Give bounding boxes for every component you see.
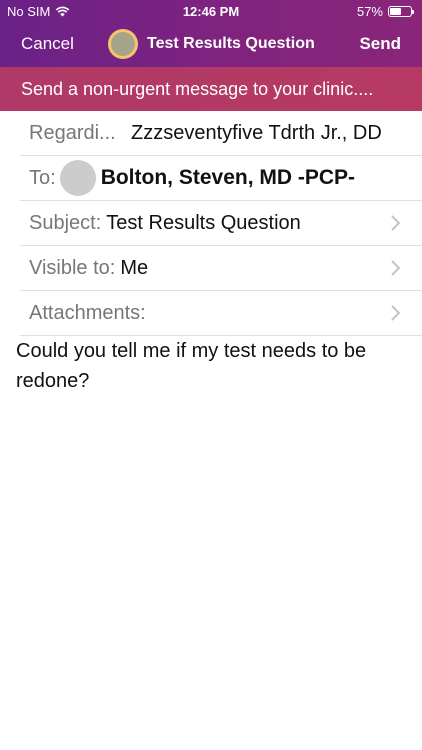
chevron-right-icon xyxy=(391,215,401,231)
battery-group: 57% xyxy=(357,4,414,19)
chevron-right-icon xyxy=(391,305,401,321)
cancel-button[interactable]: Cancel xyxy=(21,34,74,54)
page-title: Test Results Question xyxy=(147,35,315,52)
subject-row[interactable]: Subject: Test Results Question xyxy=(20,201,422,246)
attachments-row[interactable]: Attachments: xyxy=(20,291,422,336)
to-row[interactable]: To: Bolton, Steven, MD -PCP- xyxy=(20,156,422,201)
recipient-avatar xyxy=(59,160,96,196)
regarding-row[interactable]: Regardi... Zzzseventyfive Tdrth Jr., DD xyxy=(20,111,422,156)
to-label: To: xyxy=(29,166,56,189)
visible-to-row[interactable]: Visible to: Me xyxy=(20,246,422,291)
patient-avatar[interactable] xyxy=(108,29,138,59)
chevron-right-icon xyxy=(391,260,401,276)
regarding-label: Regardi... xyxy=(29,121,116,144)
navigation-bar: Cancel Test Results Question Send xyxy=(0,22,422,67)
recipient-name: Bolton, Steven, MD -PCP- xyxy=(100,166,356,189)
nav-title-group: Test Results Question xyxy=(108,29,315,59)
subject-value: Test Results Question xyxy=(106,211,301,234)
info-banner: Send a non-urgent message to your clinic… xyxy=(0,67,422,111)
send-button[interactable]: Send xyxy=(359,34,401,54)
message-body-textarea[interactable]: Could you tell me if my test needs to be… xyxy=(16,336,416,396)
visible-to-label: Visible to: xyxy=(29,256,116,279)
battery-percent: 57% xyxy=(356,4,383,19)
patient-avatar-image xyxy=(111,32,135,56)
regarding-value: Zzzseventyfive Tdrth Jr., DD xyxy=(131,121,382,144)
top-bar: No SIM 12:46 PM 57% Cancel Test Results … xyxy=(0,0,422,67)
visible-to-value: Me xyxy=(120,256,149,279)
subject-label: Subject: xyxy=(29,211,102,234)
battery-icon xyxy=(388,6,414,17)
attachments-label: Attachments: xyxy=(29,301,146,324)
message-form: Regardi... Zzzseventyfive Tdrth Jr., DD … xyxy=(0,111,422,336)
status-bar: No SIM 12:46 PM 57% xyxy=(0,0,422,22)
